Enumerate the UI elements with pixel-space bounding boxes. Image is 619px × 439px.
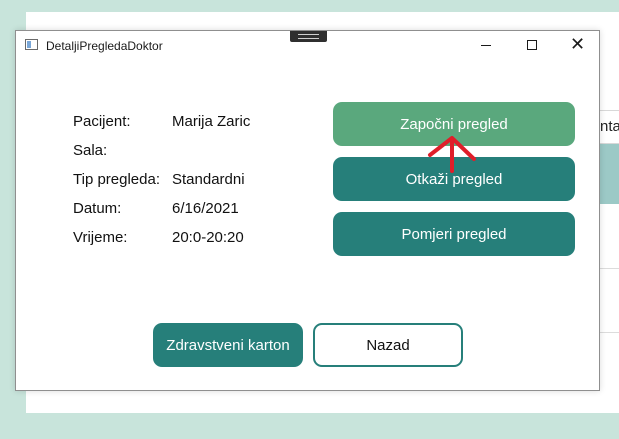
appointment-details-window: DetaljiPregledaDoktor ✕ Pacijent: Marija…	[15, 30, 600, 391]
time-label: Vrijeme:	[73, 229, 128, 246]
maximize-icon	[527, 40, 537, 50]
minimize-button[interactable]	[464, 31, 510, 61]
health-record-label: Zdravstveni karton	[166, 336, 290, 354]
cancel-exam-label: Otkaži pregled	[405, 170, 503, 188]
background-row-divider	[600, 332, 619, 333]
date-value: 6/16/2021	[172, 200, 239, 217]
room-label: Sala:	[73, 142, 108, 159]
window-title: DetaljiPregledaDoktor	[46, 39, 163, 53]
reschedule-exam-button[interactable]: Pomjeri pregled	[333, 212, 575, 256]
patient-label: Pacijent:	[73, 113, 131, 130]
maximize-button[interactable]	[510, 31, 556, 61]
health-record-button[interactable]: Zdravstveni karton	[153, 323, 303, 367]
window-drag-handle[interactable]	[290, 31, 327, 42]
close-icon: ✕	[570, 34, 586, 55]
reschedule-exam-label: Pomjeri pregled	[401, 225, 507, 243]
background-header-band	[600, 144, 619, 204]
close-button[interactable]: ✕	[554, 31, 600, 61]
back-button[interactable]: Nazad	[313, 323, 463, 367]
back-label: Nazad	[366, 336, 410, 354]
background-row-divider	[600, 268, 619, 269]
red-arrow-icon	[428, 136, 476, 173]
patient-value: Marija Zaric	[172, 113, 251, 130]
exam-type-label: Tip pregleda:	[73, 171, 160, 188]
exam-type-value: Standardni	[172, 171, 245, 188]
background-tab-label: ntal	[600, 118, 619, 135]
start-exam-label: Započni pregled	[400, 115, 508, 133]
date-label: Datum:	[73, 200, 122, 217]
minimize-icon	[481, 45, 491, 46]
app-window-icon	[25, 39, 38, 50]
background-tab[interactable]: ntal	[599, 110, 619, 144]
time-value: 20:0-20:20	[172, 229, 244, 246]
